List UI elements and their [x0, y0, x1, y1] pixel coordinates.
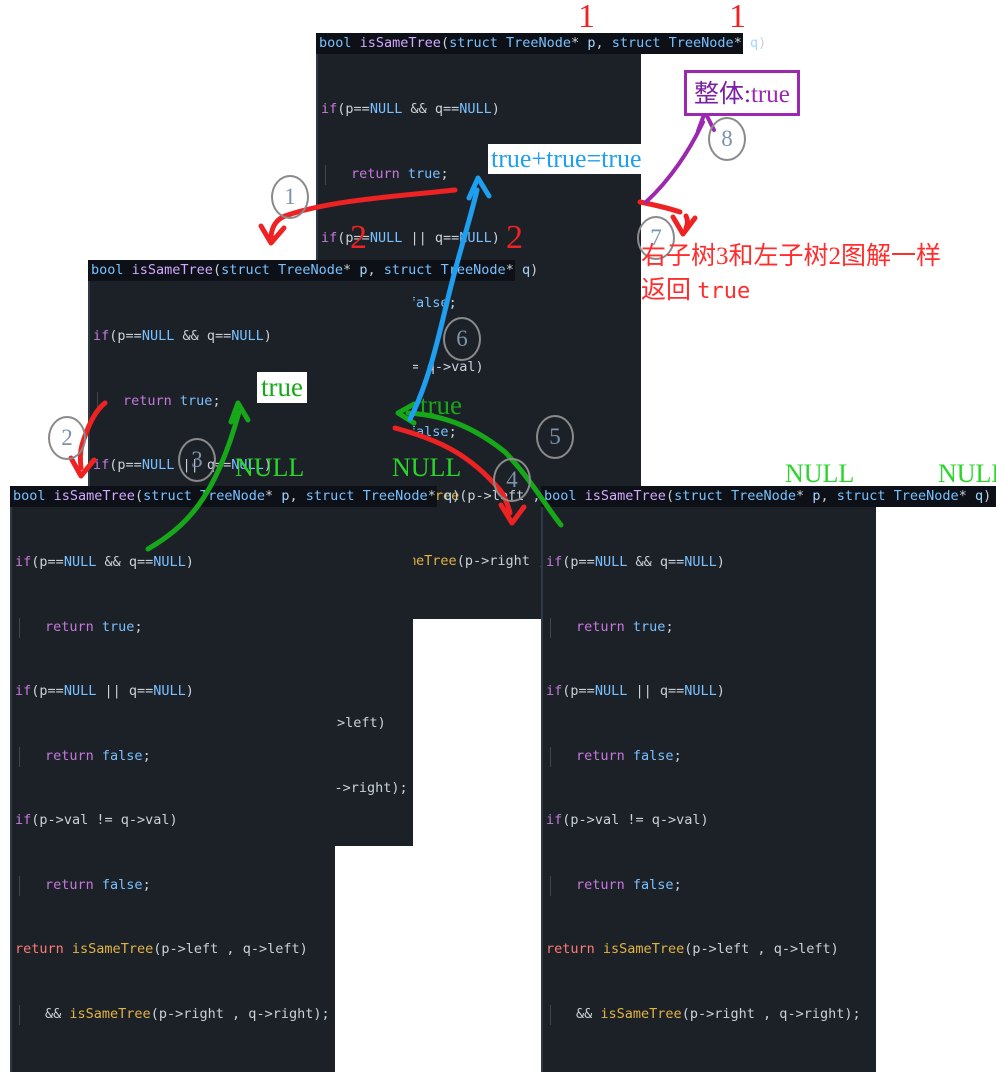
overall-result-box: 整体:true — [684, 70, 800, 116]
step-circle-8: 8 — [708, 117, 746, 161]
null-label-4: NULL — [938, 459, 996, 488]
red-number-2b: 2 — [506, 219, 523, 256]
true-sum-label: true+true=true — [488, 144, 645, 174]
code-header-line: bool isSameTree(struct TreeNode* p, stru… — [88, 260, 538, 281]
step-circle-1: 1 — [271, 175, 309, 219]
code-header-line: bool isSameTree(struct TreeNode* p, stru… — [541, 486, 996, 507]
step-circle-6: 6 — [443, 317, 481, 361]
code-body: if(p==NULL && q==NULL) return true; if(p… — [541, 507, 876, 1072]
code-header-line: bool isSameTree(struct TreeNode* p, stru… — [10, 486, 460, 507]
null-label-1: NULL — [235, 453, 305, 482]
red-number-1a: 1 — [578, 0, 595, 35]
step-circle-4: 4 — [493, 458, 531, 502]
chinese-note-line2: 返回 true — [641, 274, 941, 309]
diagram-canvas: bool isSameTree(struct TreeNode* p, stru… — [0, 0, 996, 1072]
red-number-2a: 2 — [350, 219, 367, 256]
code-header-line: bool isSameTree(struct TreeNode* p, stru… — [316, 33, 766, 54]
code-body: if(p==NULL && q==NULL) return true; if(p… — [10, 507, 335, 1072]
true-label-boxed: true — [257, 372, 307, 403]
step-circle-2: 2 — [48, 416, 86, 460]
chinese-note-line1: 右子树3和左子树2图解一样 — [641, 243, 942, 270]
chinese-note-line2-prefix: 返回 — [641, 277, 698, 304]
chinese-note-line2-value: true — [697, 279, 751, 304]
code-block-leaf-left: bool isSameTree(struct TreeNode* p, stru… — [10, 486, 460, 1072]
code-block-leaf-right: bool isSameTree(struct TreeNode* p, stru… — [541, 486, 996, 1072]
overall-result-prefix: 整体: — [694, 81, 751, 108]
arrowhead-red-step1 — [258, 223, 287, 246]
null-label-3: NULL — [785, 459, 855, 488]
step-circle-3: 3 — [178, 438, 216, 482]
step-circle-5: 5 — [536, 415, 574, 459]
true-label-right: true — [420, 390, 462, 420]
overall-result-value: true — [750, 81, 790, 108]
chinese-note: 右子树3和左子树2图解一样 返回 true — [641, 240, 941, 309]
red-number-1b: 1 — [729, 0, 746, 35]
null-label-2: NULL — [392, 453, 462, 482]
